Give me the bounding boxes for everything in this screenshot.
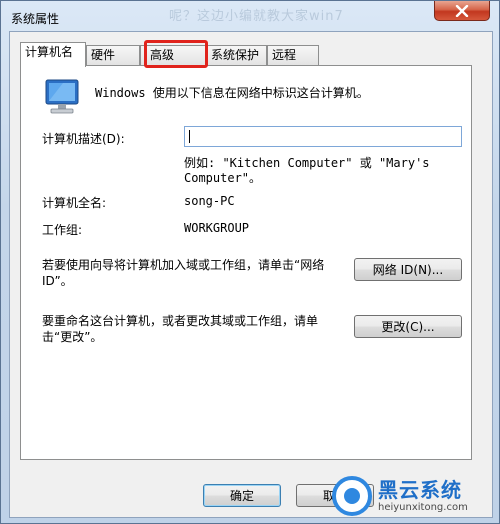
network-id-text: 若要使用向导将计算机加入域或工作组，请单击“网络 ID”。 (42, 258, 325, 288)
tab-hardware[interactable]: 硬件 (86, 45, 140, 65)
highlight-box (144, 40, 208, 68)
watermark-logo-icon (332, 476, 372, 516)
watermark-url: heiyunxitong.com (378, 502, 468, 513)
dialog-client-area: 计算机名 硬件 高级 系统保护 远程 Windows 使用以下信息在网络中标识这… (9, 31, 493, 518)
ok-button[interactable]: 确定 (203, 484, 281, 507)
background-window-title: 呢？这边小编就教大家win7 (169, 9, 344, 24)
workgroup-label: 工作组: (42, 223, 83, 237)
tab-computer-name[interactable]: 计算机名 (20, 42, 86, 67)
network-id-button[interactable]: 网络 ID(N)... (354, 258, 462, 281)
close-button[interactable] (434, 1, 490, 21)
text-caret (189, 130, 190, 143)
workgroup-value: WORKGROUP (184, 221, 250, 235)
system-properties-window: 系统属性 呢？这边小编就教大家win7 计算机名 硬件 高级 系统保护 远程 W… (0, 0, 500, 524)
tab-remote[interactable]: 远程 (267, 45, 319, 65)
computer-name-panel: Windows 使用以下信息在网络中标识这台计算机。 计算机描述(D): 例如:… (20, 65, 472, 460)
full-name-value: song-PC (184, 194, 235, 208)
computer-monitor-icon (45, 79, 79, 114)
window-title: 系统属性 (11, 12, 60, 26)
computer-description-input[interactable] (184, 126, 462, 147)
intro-text: Windows 使用以下信息在网络中标识这台计算机。 (95, 86, 369, 100)
close-x-icon (455, 4, 469, 17)
title-bar[interactable]: 系统属性 呢？这边小编就教大家win7 (1, 1, 499, 31)
full-name-label: 计算机全名: (42, 196, 107, 210)
change-button[interactable]: 更改(C)... (354, 315, 462, 338)
watermark: 黑云系统 heiyunxitong.com (320, 468, 500, 524)
rename-text: 要重命名这台计算机，或者更改其域或工作组，请单击“更改”。 (42, 314, 319, 344)
watermark-title: 黑云系统 (378, 478, 462, 502)
description-label: 计算机描述(D): (42, 132, 125, 146)
tab-system-protection[interactable]: 系统保护 (206, 45, 267, 65)
example-text: 例如: "Kitchen Computer" 或 "Mary's Compute… (184, 156, 430, 185)
